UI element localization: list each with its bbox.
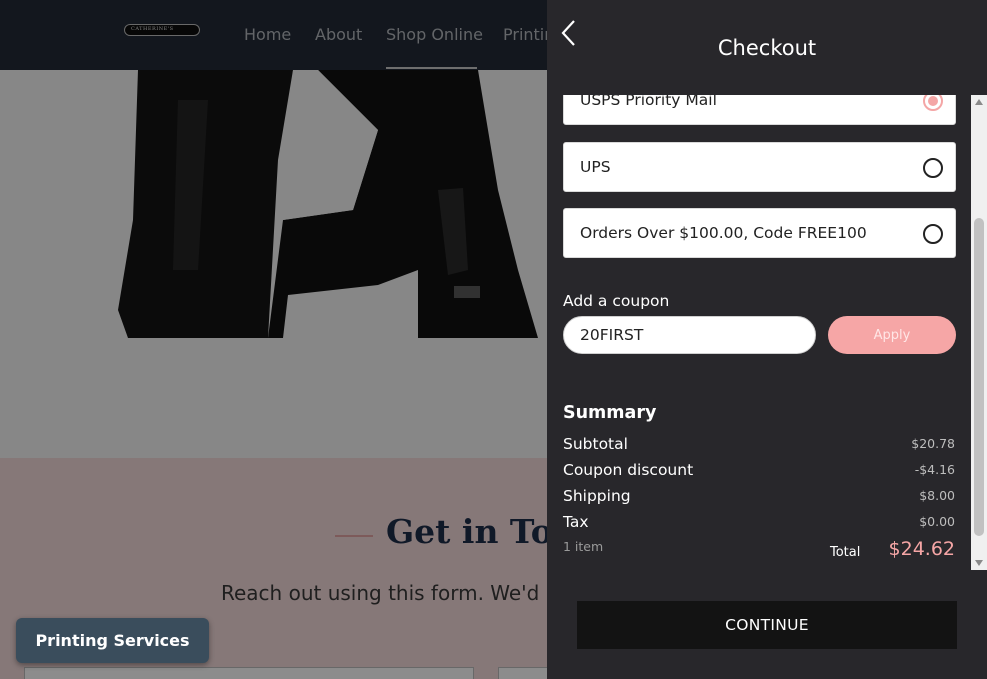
summary-title: Summary xyxy=(563,403,657,423)
scrollbar[interactable] xyxy=(971,95,987,570)
subtotal-value: $20.78 xyxy=(911,436,955,451)
radio-selected-icon[interactable] xyxy=(923,95,943,111)
printing-services-button[interactable]: Printing Services xyxy=(16,618,209,663)
shipping-option-label: USPS Priority Mail xyxy=(580,95,717,109)
shipping-option-free100[interactable]: Orders Over $100.00, Code FREE100 xyxy=(563,208,956,258)
total-label: Total xyxy=(830,545,861,560)
shipping-option-label: UPS xyxy=(580,158,611,176)
continue-button[interactable]: CONTINUE xyxy=(577,601,957,649)
subtotal-label: Subtotal xyxy=(563,435,628,453)
tax-value: $0.00 xyxy=(919,514,955,529)
coupon-input[interactable] xyxy=(563,316,816,354)
coupon-discount-label: Coupon discount xyxy=(563,461,694,479)
apply-coupon-button[interactable]: Apply xyxy=(828,316,956,354)
scroll-thumb[interactable] xyxy=(974,218,984,536)
radio-icon[interactable] xyxy=(923,224,943,244)
coupon-discount-value: -$4.16 xyxy=(914,462,955,477)
radio-icon[interactable] xyxy=(923,158,943,178)
scroll-down-arrow-icon[interactable] xyxy=(975,560,983,566)
shipping-option-usps[interactable]: USPS Priority Mail xyxy=(563,95,956,125)
items-count: 1 item xyxy=(563,539,604,554)
shipping-value: $8.00 xyxy=(919,488,955,503)
shipping-label: Shipping xyxy=(563,487,631,505)
checkout-title: Checkout xyxy=(717,36,817,60)
shipping-option-ups[interactable]: UPS xyxy=(563,142,956,192)
scroll-up-arrow-icon[interactable] xyxy=(975,99,983,105)
tax-label: Tax xyxy=(563,513,589,531)
shipping-option-label: Orders Over $100.00, Code FREE100 xyxy=(580,224,867,242)
total-value: $24.62 xyxy=(888,538,955,560)
checkout-scroll-area[interactable]: USPS Priority Mail UPS Orders Over $100.… xyxy=(547,95,971,570)
coupon-label: Add a coupon xyxy=(563,292,670,310)
checkout-panel: Checkout USPS Priority Mail UPS Orders O… xyxy=(547,0,987,679)
